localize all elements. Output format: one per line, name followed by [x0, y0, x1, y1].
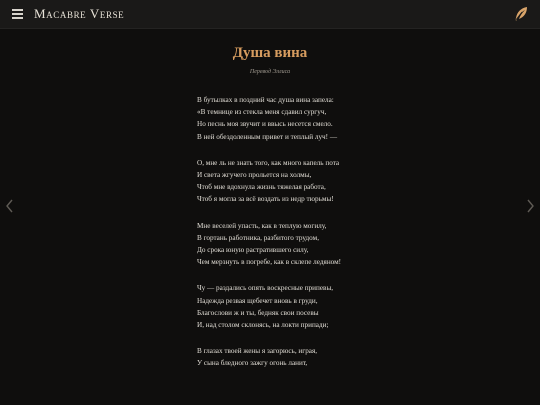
poem-line: «В темнице из стекла меня сдавил сургуч, [197, 108, 327, 117]
stanza: О, мне ль не знать того, как много капел… [197, 157, 397, 206]
poem-line: Чем мерзнуть в погребе, как в склепе лед… [197, 258, 342, 267]
stanza: В глазах твоей жены я загорюсь, играя, У… [197, 345, 397, 369]
poem-line: И света жгучего прольется на холмы, [197, 171, 312, 180]
poem-line: В глазах твоей жены я загорюсь, играя, [197, 347, 318, 356]
poem-translator: Перевод Эллиса [249, 69, 291, 75]
poem-title: Душа вина [232, 45, 308, 61]
poem-line: О, мне ль не знать того, как много капел… [197, 158, 340, 167]
stanza: Мне веселей упасть, как в теплую могилу,… [197, 220, 397, 269]
poem-line: До срока юную растратившего силу, [197, 246, 309, 255]
poem-line: Благослови ж и ты, бедняк свои посевы [197, 308, 319, 317]
stanza: В бутылках в поздний час душа вина запел… [197, 94, 397, 143]
poem-line: Чтоб я могла за всё воздать из недр тюрь… [197, 195, 334, 204]
feather-quill-icon[interactable] [513, 6, 529, 22]
top-bar: Macabre Verse [0, 0, 540, 29]
poem-line: Но песнь моя звучит и ввысь несется смел… [197, 120, 333, 129]
poem-line: Мне веселей упасть, как в теплую могилу, [197, 221, 327, 230]
chevron-right-icon[interactable] [523, 196, 537, 216]
poem-line: Надежда резвая щебечет вновь в груди, [197, 296, 318, 305]
poem-body: В бутылках в поздний час душа вина запел… [197, 94, 397, 384]
hamburger-menu-icon[interactable] [12, 7, 23, 21]
poem-content: Душа вина Перевод Эллиса В бутылках в по… [150, 38, 390, 367]
poem-line: Чу — раздались опять воскресные припевы, [197, 284, 334, 293]
poem-line: У сына бледного зажгу огонь ланит, [197, 359, 308, 368]
poem-line: В гортань работника, разбитого трудом, [197, 233, 319, 242]
poem-line: В бутылках в поздний час душа вина запел… [197, 96, 334, 104]
poem-line: В ней обездоленным привет и теплый луч! … [197, 132, 338, 141]
poem-line: И, над столом склонясь, на локти припади… [197, 321, 329, 330]
site-brand[interactable]: Macabre Verse [34, 6, 124, 22]
chevron-left-icon[interactable] [3, 196, 17, 216]
poem-line: Чтоб мне вдохнула жизнь тяжелая работа, [197, 183, 326, 192]
stanza: Чу — раздались опять воскресные припевы,… [197, 282, 397, 331]
